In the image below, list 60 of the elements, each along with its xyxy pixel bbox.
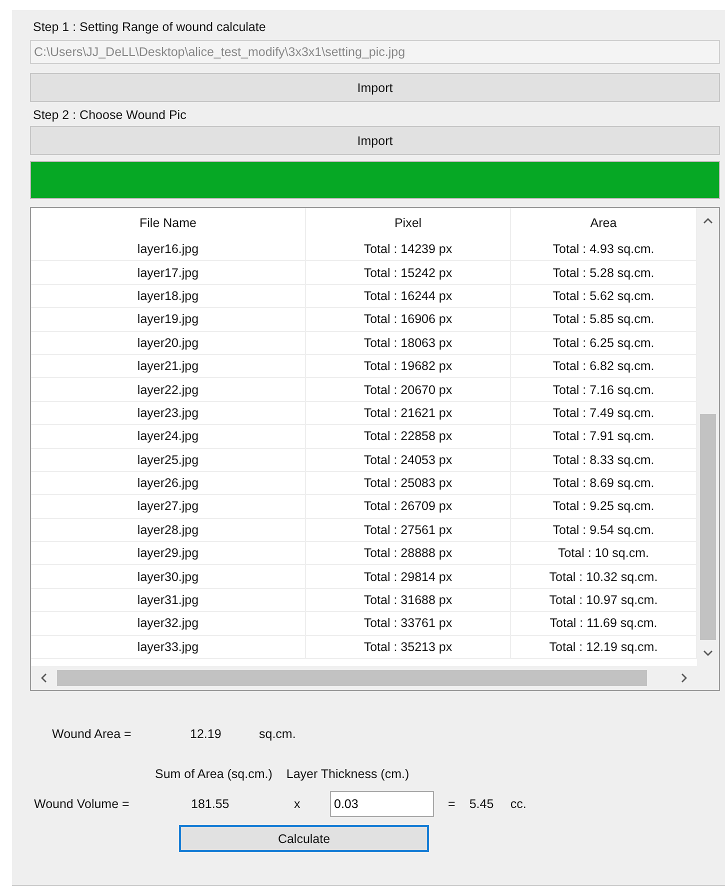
table-cell: layer19.jpg — [31, 308, 306, 331]
table-cell: layer33.jpg — [31, 636, 306, 658]
table-cell: layer25.jpg — [31, 448, 306, 471]
wound-area-label: Wound Area = — [52, 727, 132, 741]
table-cell: Total : 27561 px — [306, 518, 511, 542]
table-cell: Total : 19682 px — [306, 354, 511, 378]
table-cell: layer22.jpg — [31, 378, 306, 401]
table-cell: Total : 16906 px — [306, 308, 511, 331]
table-cell: Total : 26709 px — [306, 495, 511, 518]
table-cell: Total : 14239 px — [306, 238, 511, 260]
table-cell: Total : 18063 px — [306, 332, 511, 354]
table-cell: layer16.jpg — [31, 238, 306, 260]
import-button[interactable]: Import — [30, 126, 720, 155]
column-header: Pixel — [306, 208, 511, 238]
table-cell: layer31.jpg — [31, 588, 306, 612]
calculate-button[interactable]: Calculate — [179, 825, 429, 852]
multiply-sign: x — [294, 797, 302, 811]
step-label: Step 1 : Setting Range of wound calculate — [33, 20, 267, 34]
column-caption: Sum of Area (sq.cm.) — [155, 767, 272, 781]
table-cell: layer18.jpg — [31, 284, 306, 308]
scroll-left-icon[interactable] — [39, 673, 49, 683]
table-cell: Total : 25083 px — [306, 472, 511, 494]
table-cell: layer24.jpg — [31, 425, 306, 448]
table-cell: layer23.jpg — [31, 402, 306, 424]
import-button[interactable]: Import — [30, 73, 720, 102]
table-cell: Total : 28888 px — [306, 542, 511, 564]
wound-volume-label: Wound Volume = — [34, 797, 130, 811]
scroll-up-icon[interactable] — [703, 216, 713, 226]
table-cell: Total : 35213 px — [306, 636, 511, 658]
table-cell: layer27.jpg — [31, 495, 306, 518]
thickness-field[interactable]: 0.03 — [330, 791, 434, 817]
column-caption: Layer Thickness (cm.) — [286, 767, 410, 781]
table-cell: layer28.jpg — [31, 518, 306, 542]
table-cell: Total : 16244 px — [306, 284, 511, 308]
table-cell: Total : 33761 px — [306, 612, 511, 635]
table-cell: Total : 21621 px — [306, 402, 511, 424]
step-label: Step 2 : Choose Wound Pic — [33, 108, 188, 122]
table-cell: layer32.jpg — [31, 612, 306, 635]
table-cell: Total : 22858 px — [306, 425, 511, 448]
table-cell: Total : 15242 px — [306, 261, 511, 284]
column-header: File Name — [31, 208, 306, 238]
table-cell: Total : 24053 px — [306, 448, 511, 471]
table-cell: layer21.jpg — [31, 354, 306, 378]
unit-label: sq.cm. — [259, 727, 296, 741]
table-cell: Total : 29814 px — [306, 565, 511, 588]
table-cell: Total : 31688 px — [306, 588, 511, 612]
table-cell: Total : 20670 px — [306, 378, 511, 401]
scroll-down-icon[interactable] — [703, 648, 713, 658]
unit-label: cc. — [510, 797, 526, 811]
volume-value: 5.45 — [469, 797, 495, 811]
area-sum-value: 181.55 — [191, 797, 230, 811]
table-cell: layer20.jpg — [31, 332, 306, 354]
table-cell: layer26.jpg — [31, 472, 306, 494]
table-cell: layer17.jpg — [31, 261, 306, 284]
vertical-scrollbar[interactable] — [697, 208, 719, 666]
scroll-right-icon[interactable] — [679, 673, 689, 683]
table-cell: layer30.jpg — [31, 565, 306, 588]
equals-sign: = — [448, 797, 456, 811]
wound-area-value: 12.19 — [190, 727, 222, 741]
table-cell: layer29.jpg — [31, 542, 306, 564]
